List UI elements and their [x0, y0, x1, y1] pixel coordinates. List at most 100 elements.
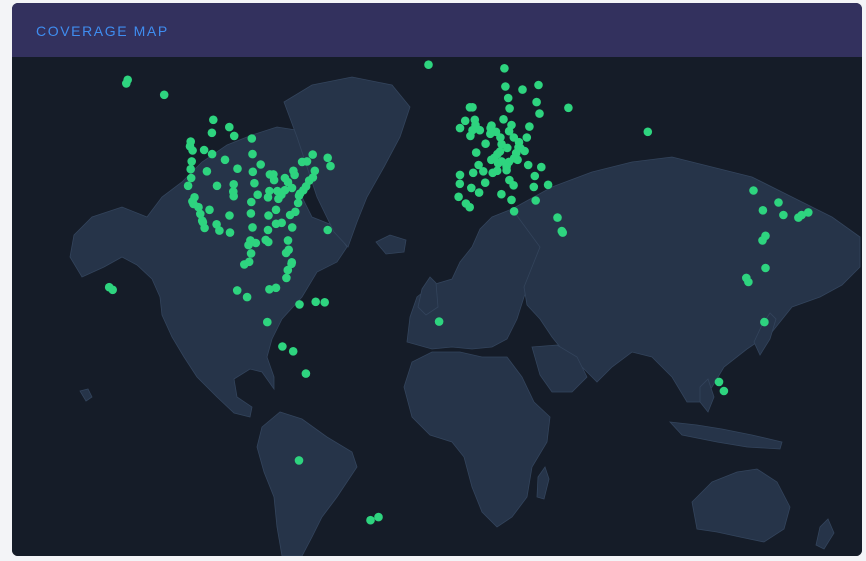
coverage-marker[interactable] [293, 198, 303, 208]
coverage-marker[interactable] [503, 143, 512, 153]
coverage-marker[interactable] [264, 211, 273, 220]
coverage-marker[interactable] [501, 82, 510, 91]
coverage-marker[interactable] [186, 164, 195, 174]
coverage-marker[interactable] [467, 183, 476, 193]
coverage-marker[interactable] [486, 129, 495, 139]
coverage-marker[interactable] [534, 80, 543, 90]
coverage-marker[interactable] [797, 210, 806, 220]
coverage-marker[interactable] [326, 161, 335, 171]
coverage-marker[interactable] [229, 180, 238, 189]
coverage-marker[interactable] [558, 228, 567, 237]
coverage-marker[interactable] [233, 164, 242, 173]
coverage-marker[interactable] [215, 226, 224, 235]
coverage-marker[interactable] [287, 223, 297, 232]
coverage-marker[interactable] [323, 225, 333, 235]
coverage-marker[interactable] [758, 236, 767, 245]
coverage-marker[interactable] [301, 369, 311, 378]
coverage-marker[interactable] [263, 193, 273, 202]
coverage-marker[interactable] [497, 189, 506, 199]
coverage-marker[interactable] [261, 235, 270, 245]
coverage-marker[interactable] [509, 181, 518, 190]
coverage-marker[interactable] [454, 192, 463, 202]
coverage-marker[interactable] [320, 298, 330, 307]
coverage-marker[interactable] [761, 263, 770, 273]
coverage-marker[interactable] [282, 273, 291, 283]
coverage-marker[interactable] [374, 512, 383, 522]
coverage-marker[interactable] [212, 181, 222, 191]
coverage-marker[interactable] [225, 122, 234, 132]
coverage-marker[interactable] [209, 115, 218, 125]
coverage-marker[interactable] [248, 149, 257, 159]
coverage-marker[interactable] [465, 202, 475, 212]
coverage-marker[interactable] [283, 236, 293, 245]
coverage-marker[interactable] [277, 218, 287, 228]
coverage-marker[interactable] [509, 207, 519, 216]
coverage-marker[interactable] [294, 456, 304, 465]
coverage-marker[interactable] [530, 171, 540, 181]
coverage-marker[interactable] [529, 182, 539, 192]
coverage-marker[interactable] [455, 179, 465, 189]
coverage-marker[interactable] [493, 159, 503, 168]
coverage-marker[interactable] [518, 85, 527, 94]
coverage-marker[interactable] [455, 170, 465, 180]
coverage-marker[interactable] [714, 377, 724, 387]
coverage-marker[interactable] [246, 249, 256, 258]
coverage-marker[interactable] [474, 160, 483, 170]
coverage-marker[interactable] [503, 93, 513, 103]
coverage-marker[interactable] [280, 173, 290, 183]
coverage-marker[interactable] [256, 160, 265, 169]
coverage-marker[interactable] [310, 166, 320, 176]
coverage-marker[interactable] [281, 248, 291, 258]
coverage-marker[interactable] [269, 175, 279, 185]
coverage-marker[interactable] [308, 150, 318, 159]
coverage-marker[interactable] [719, 386, 729, 396]
coverage-marker[interactable] [225, 228, 235, 237]
coverage-marker[interactable] [535, 109, 544, 118]
coverage-marker[interactable] [507, 195, 516, 205]
coverage-marker[interactable] [543, 180, 553, 190]
coverage-marker[interactable] [229, 191, 238, 201]
coverage-marker[interactable] [643, 127, 653, 137]
coverage-marker[interactable] [108, 285, 117, 295]
coverage-marker[interactable] [274, 194, 283, 204]
coverage-marker[interactable] [225, 211, 234, 220]
coverage-marker[interactable] [240, 260, 249, 269]
coverage-marker[interactable] [159, 90, 169, 100]
coverage-marker[interactable] [297, 157, 307, 167]
coverage-marker[interactable] [493, 149, 502, 159]
coverage-marker[interactable] [207, 149, 217, 159]
coverage-marker[interactable] [502, 165, 511, 175]
coverage-marker[interactable] [283, 265, 293, 275]
coverage-marker[interactable] [779, 210, 788, 220]
coverage-marker[interactable] [248, 167, 258, 177]
coverage-marker[interactable] [122, 79, 131, 88]
coverage-marker[interactable] [291, 207, 300, 217]
coverage-marker[interactable] [247, 134, 257, 143]
coverage-marker[interactable] [186, 173, 196, 183]
coverage-marker[interactable] [522, 133, 532, 142]
coverage-marker[interactable] [492, 166, 502, 176]
world-map[interactable] [12, 57, 862, 556]
coverage-marker[interactable] [229, 131, 239, 141]
coverage-marker[interactable] [202, 167, 212, 176]
coverage-marker[interactable] [183, 181, 193, 191]
coverage-marker[interactable] [253, 190, 262, 199]
coverage-marker[interactable] [271, 205, 281, 215]
coverage-marker[interactable] [207, 128, 217, 138]
coverage-marker[interactable] [232, 286, 242, 295]
coverage-marker[interactable] [366, 515, 375, 525]
coverage-marker[interactable] [470, 115, 480, 125]
coverage-marker[interactable] [520, 146, 529, 156]
coverage-marker[interactable] [505, 104, 514, 113]
coverage-marker[interactable] [263, 317, 272, 327]
coverage-marker[interactable] [244, 240, 253, 250]
coverage-marker[interactable] [480, 178, 490, 187]
coverage-marker[interactable] [248, 223, 257, 232]
coverage-marker[interactable] [295, 300, 304, 309]
coverage-marker[interactable] [742, 273, 751, 283]
coverage-marker[interactable] [564, 103, 573, 113]
coverage-marker[interactable] [263, 225, 273, 235]
coverage-marker[interactable] [251, 238, 261, 248]
coverage-marker[interactable] [200, 223, 209, 233]
coverage-marker[interactable] [468, 168, 478, 178]
